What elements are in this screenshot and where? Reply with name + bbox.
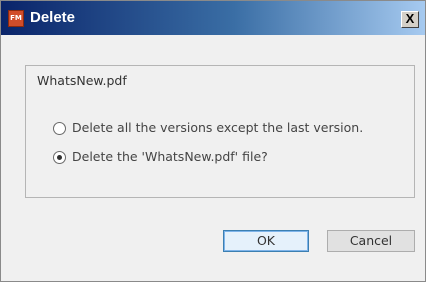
title-bar[interactable]: FM Delete X (1, 1, 425, 35)
ok-button[interactable]: OK (223, 230, 309, 252)
close-icon: X (405, 11, 415, 26)
cancel-button[interactable]: Cancel (327, 230, 415, 252)
option-delete-file-label: Delete the 'WhatsNew.pdf' file? (72, 149, 268, 164)
file-name-label: WhatsNew.pdf (37, 73, 127, 88)
option-delete-versions-label: Delete all the versions except the last … (72, 120, 364, 135)
delete-dialog: FM Delete X WhatsNew.pdf Delete all the … (0, 0, 426, 282)
close-button[interactable]: X (401, 11, 419, 28)
dialog-title: Delete (30, 9, 76, 26)
app-icon: FM (8, 10, 24, 27)
radio-delete-versions[interactable] (53, 121, 66, 135)
radio-delete-file[interactable] (53, 150, 66, 164)
option-delete-file[interactable]: Delete the 'WhatsNew.pdf' file? (53, 148, 268, 166)
option-delete-versions[interactable]: Delete all the versions except the last … (53, 119, 363, 137)
